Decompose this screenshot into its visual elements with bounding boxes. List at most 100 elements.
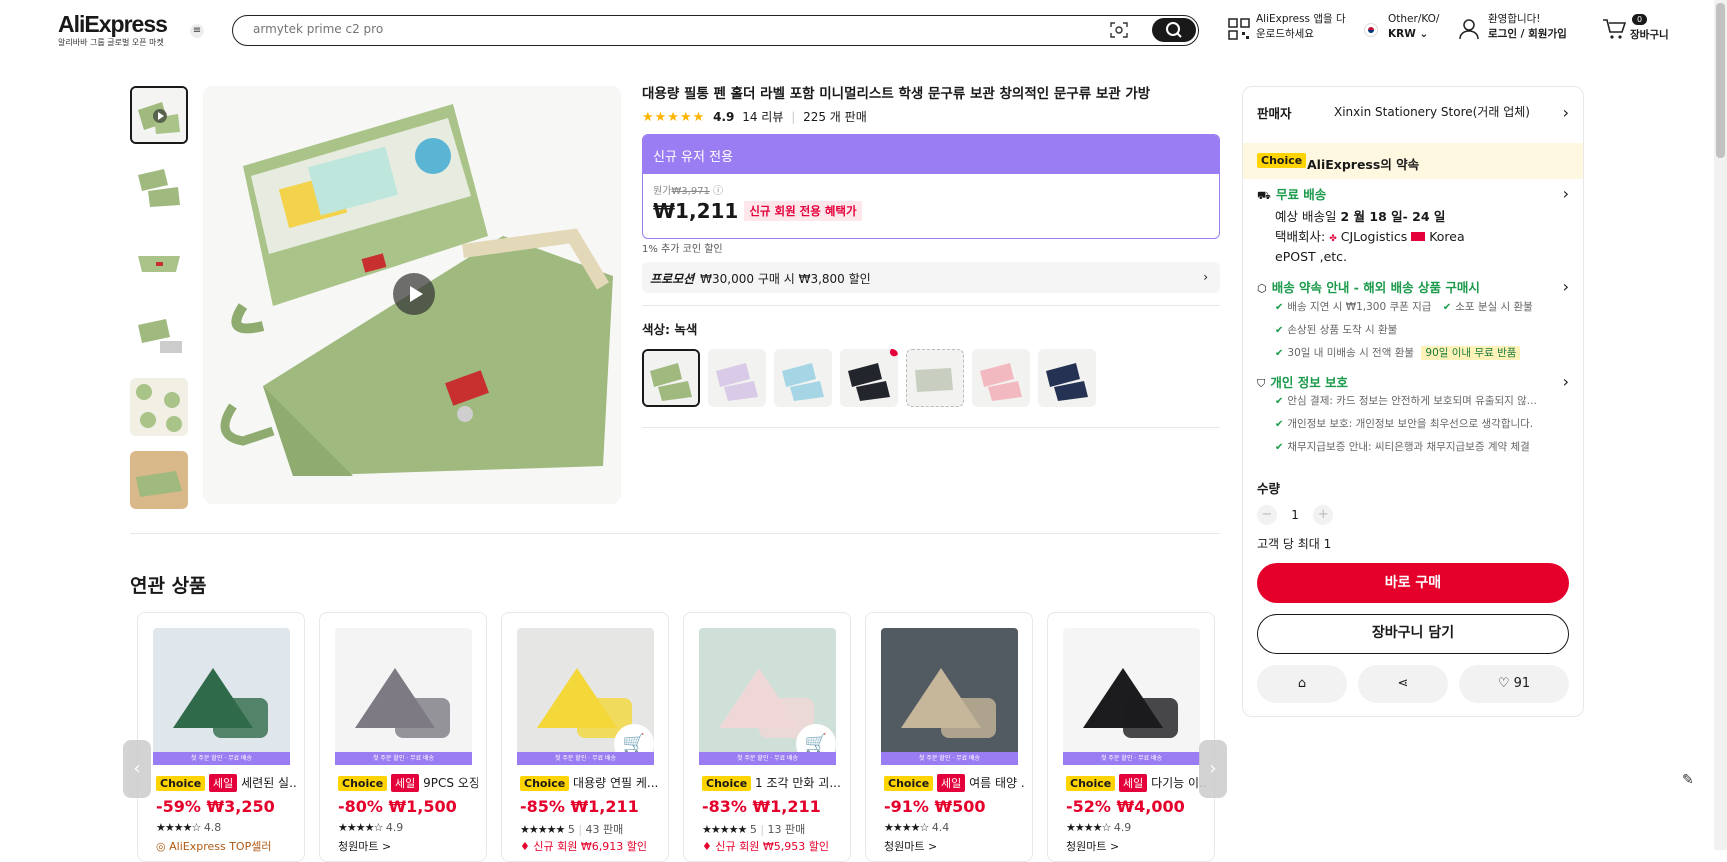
shield-box-icon: ⬡ [1257,282,1267,295]
product-photo [335,628,472,764]
choice-badge: Choice [520,776,570,791]
thumbnail-5[interactable] [130,378,188,436]
share-icon: ⋖ [1397,676,1409,691]
store-button[interactable]: ⌂ [1257,665,1347,703]
thumbnail-3[interactable] [130,232,188,290]
delivery-guarantee-row[interactable]: ⬡ 배송 약속 안내 - 해외 배송 상품 구매시 › [1257,277,1569,296]
promo-banner: 신규 유저 전용 [643,135,1219,174]
app-download[interactable]: AliExpress 앱을 다 운로드하세요 [1228,12,1346,42]
privacy-row[interactable]: ⛉ 개인 정보 보호 › [1257,372,1569,391]
related-product-card[interactable]: 첫 주문 할인 · 무료 배송Choice 세일 여름 태양 ...-91% ₩… [865,612,1033,862]
chevron-right-icon: › [1562,184,1569,203]
cart-count-badge: 0 [1632,14,1648,25]
swatch-green[interactable] [642,349,700,407]
chevron-right-icon: › [1562,372,1569,391]
swatch-black[interactable]: ● [840,349,898,407]
related-product-title: Choice 대용량 연필 케... [520,774,660,791]
camera-search-icon[interactable] [1110,22,1128,38]
swatch-grey-unavailable[interactable] [906,349,964,407]
region-selector[interactable]: Other/KO/ KRW ⌄ [1364,12,1439,42]
related-product-image: 🛒 [517,628,654,764]
swatch-image [708,349,766,407]
rating-row: ★★★★★ 4.9 14 리뷰 | 225 개 판매 [642,110,867,125]
quantity-decrease-button[interactable]: − [1257,504,1277,525]
edit-pencil-icon[interactable]: ✎ [1682,772,1694,788]
product-photo [153,628,290,764]
wishlist-button[interactable]: ♡ 91 [1459,665,1569,703]
search-bar [232,15,1199,46]
menu-icon[interactable]: ≡ [190,24,204,38]
store-icon: ⌂ [1297,676,1307,691]
privacy-list: ✔ 안심 결제: 카드 정보는 안전하게 보호되며 유출되지 않... ✔ 개인정보… [1275,395,1537,453]
free-shipping-row[interactable]: ⛟ 무료 배송 › [1257,184,1569,204]
reviews-link[interactable]: 14 리뷰 [742,110,783,124]
quantity-increase-button[interactable]: + [1313,504,1334,525]
swatch-image [907,350,962,405]
carousel-next-button[interactable]: › [1199,740,1227,798]
related-product-card[interactable]: 첫 주문 할인 · 무료 배송 Choice 세일 세련된 실... -59% ₩3… [137,612,305,862]
seller-row[interactable]: 판매자 Xinxin Stationery Store(거래 업체) › [1257,103,1569,122]
swatch-pink[interactable] [972,349,1030,407]
sale-badge: 세일 [391,774,420,792]
related-product-price: -59% ₩3,250 [156,797,275,816]
swatch-purple[interactable] [708,349,766,407]
chevron-down-icon: ⌄ [1419,28,1429,40]
thumbnail-6[interactable] [130,451,188,509]
add-to-cart-button[interactable]: 장바구니 담기 [1257,614,1569,654]
check-icon: ✔ [1275,419,1284,430]
check-icon: ✔ [1275,396,1284,407]
main-product-image[interactable] [203,86,621,504]
chevron-right-icon: › [1562,103,1569,122]
check-icon: ✔ [1442,302,1452,313]
wishlist-count: 91 [1513,676,1531,691]
related-product-card[interactable]: 첫 주문 할인 · 무료 배송 Choice 세일 다기능 이... -52% ₩4… [1047,612,1215,862]
thumbnail-2[interactable] [130,159,188,217]
sale-badge: 세일 [1119,774,1148,792]
choice-badge: Choice [1066,776,1116,791]
cart-icon [1603,19,1627,39]
coin-discount: 1% 추가 코인 할인 [642,244,723,255]
swatch-navy[interactable] [1038,349,1096,407]
flame-icon: ♦ [702,840,712,853]
share-button[interactable]: ⋖ [1358,665,1448,703]
scrollbar[interactable] [1714,0,1727,850]
search-button[interactable] [1152,18,1196,42]
top-seller-icon: ◎ [156,840,166,853]
thumbnail-4[interactable] [130,305,188,363]
product-title: 대용량 필통 펜 홀더 라벨 포함 미니멀리스트 학생 문구류 보관 창의적인 … [642,86,1151,102]
product-thumbnail-image [130,232,188,290]
purchase-limit: 고객 당 최대 1 [1257,537,1332,551]
play-video-button[interactable] [393,273,435,315]
korea-flag-icon [1364,23,1378,37]
swatch-blue[interactable] [774,349,832,407]
thumbnail-video[interactable] [130,86,188,144]
quantity-value[interactable]: 1 [1282,508,1308,522]
info-icon[interactable]: ⓘ [713,186,723,197]
cart-link[interactable]: 장바구니 [1602,18,1669,44]
related-product-extra: 청원마트 > [338,840,392,853]
divider [642,427,1220,428]
sale-price: ₩1,211 [653,199,739,223]
related-products-list: 첫 주문 할인 · 무료 배송 Choice 세일 세련된 실... -59% ₩3… [137,612,1215,862]
scrollbar-thumb[interactable] [1716,3,1725,158]
related-product-card[interactable]: 🛒 첫 주문 할인 · 무료 배송 Choice 1 조각 만화 괴... -83% … [683,612,851,862]
related-product-card[interactable]: 🛒 첫 주문 할인 · 무료 배송 Choice 대용량 연필 케... -85% ₩… [501,612,669,862]
thumbnail-list [130,86,190,524]
carousel-prev-button[interactable]: ‹ [123,740,151,798]
related-product-extra: ♦ 신규 회원 ₩5,953 할인 [702,840,829,853]
related-product-extra: 청원마트 > [1066,840,1120,853]
account-menu[interactable]: 환영합니다! 로그인 / 회원가입 [1459,12,1567,42]
related-product-rating: ★★★★☆ 4.4 [884,821,950,834]
related-product-title: Choice 세일 다기능 이... [1066,774,1206,792]
related-product-extra: 청원마트 > [884,840,938,853]
related-product-image: 🛒 [699,628,836,764]
color-swatches: ● [642,349,1096,407]
promotion-row[interactable]: 프로모션 ₩30,000 구매 시 ₩3,800 할인 › [642,262,1220,293]
choice-badge: Choice [156,776,206,791]
related-product-card[interactable]: 첫 주문 할인 · 무료 배송Choice 세일 9PCS 오징...-80% … [319,612,487,862]
buy-now-button[interactable]: 바로 구매 [1257,563,1569,603]
check-icon: ✔ [1275,302,1284,313]
search-input[interactable] [253,22,1053,36]
aliexpress-logo[interactable]: AliExpress 알리바바 그룹 글로벌 오픈 마켓 [58,12,168,48]
divider [642,305,1220,306]
